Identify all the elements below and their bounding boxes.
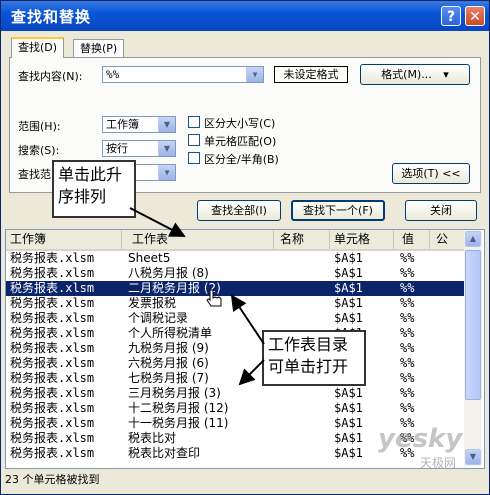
- watermark-text: 天极网: [420, 456, 457, 470]
- arrow-to-sheet-header: [129, 207, 186, 237]
- arrow-to-sheet-row: [238, 359, 265, 386]
- hand-cursor-icon: [206, 289, 222, 307]
- watermark-logo: yesky: [378, 424, 463, 454]
- tab-find[interactable]: 查找(D): [11, 37, 65, 58]
- annotation-arrows: [129, 207, 265, 386]
- arrow-to-selected-row: [230, 294, 265, 345]
